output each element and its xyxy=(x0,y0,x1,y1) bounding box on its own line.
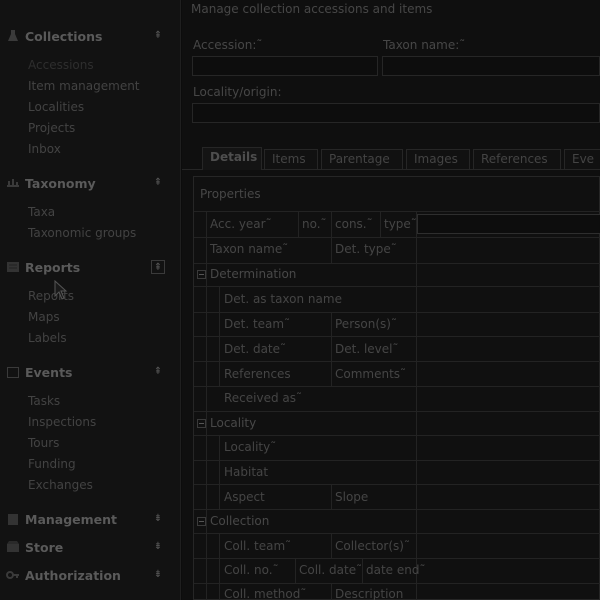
section-title: Collections xyxy=(25,28,103,44)
det-type-cell: Det. type˜ xyxy=(335,242,397,256)
accession-input[interactable] xyxy=(192,56,378,76)
det-team-cell: Det. team˜ xyxy=(224,317,291,331)
det-date-cell: Det. date˜ xyxy=(224,342,287,356)
section-title: Reports xyxy=(25,259,81,275)
comments-cell: Comments˜ xyxy=(335,367,407,381)
sidebar-item-projects[interactable]: Projects xyxy=(28,121,75,135)
sidebar-item-item-management[interactable]: Item management xyxy=(28,79,140,93)
description-cell: Description xyxy=(335,587,404,600)
sidebar-section-authorization[interactable]: Authorization ⇟ xyxy=(0,564,180,586)
acc-year-cell: Acc. year˜ xyxy=(210,217,272,231)
taxon-name-input[interactable] xyxy=(382,56,600,76)
locality-cell: Locality˜ xyxy=(224,440,277,454)
store-icon xyxy=(7,541,19,552)
acc-type-cell: type˜ xyxy=(384,217,417,231)
coll-no-cell: Coll. no.˜ xyxy=(224,563,279,577)
received-as-cell: Received as˜ xyxy=(224,391,303,405)
tree-icon xyxy=(7,179,19,187)
section-title: Authorization xyxy=(25,567,121,583)
building-icon xyxy=(8,514,18,525)
locality-group[interactable]: Locality xyxy=(197,416,256,430)
taxon-name-label: Taxon name:˜ xyxy=(383,38,466,52)
key-icon xyxy=(6,571,19,579)
main-panel: Manage collection accessions and items A… xyxy=(182,0,600,600)
tab-events[interactable]: Eve xyxy=(564,149,600,169)
slope-cell: Slope xyxy=(335,490,369,504)
section-title: Taxonomy xyxy=(25,175,96,191)
sidebar-item-labels[interactable]: Labels xyxy=(28,331,67,345)
page-header: Manage collection accessions and items xyxy=(191,2,433,16)
expand-icon[interactable]: ⇟ xyxy=(151,512,165,526)
sidebar: Collections ⇞ Accessions Item management… xyxy=(0,0,181,600)
coll-method-cell: Coll. method˜ xyxy=(224,587,307,600)
flask-icon xyxy=(8,30,18,41)
tab-bar: Details Items Parentage Images Reference… xyxy=(202,147,600,170)
collapse-icon[interactable]: ⇞ xyxy=(151,176,165,190)
sidebar-item-funding[interactable]: Funding xyxy=(28,457,76,471)
collectors-cell: Collector(s)˜ xyxy=(335,539,410,553)
sidebar-section-store[interactable]: Store ⇟ xyxy=(0,536,180,558)
date-end-cell: date end˜ xyxy=(366,563,426,577)
locality-origin-input[interactable] xyxy=(192,103,600,123)
sidebar-section-reports[interactable]: Reports ⇞ xyxy=(0,256,180,278)
properties-panel: Properties Acc. year˜ no.˜ cons.˜ type˜ … xyxy=(193,176,600,600)
tab-images[interactable]: Images xyxy=(406,149,470,169)
tab-details[interactable]: Details xyxy=(202,147,262,170)
expand-icon[interactable]: ⇟ xyxy=(151,540,165,554)
sidebar-section-taxonomy[interactable]: Taxonomy ⇞ xyxy=(0,172,180,194)
sidebar-item-taxa[interactable]: Taxa xyxy=(28,205,55,219)
collapse-toggle-icon[interactable] xyxy=(197,418,206,428)
properties-title: Properties xyxy=(200,187,261,201)
collapse-toggle-icon[interactable] xyxy=(197,269,206,279)
sidebar-item-inspections[interactable]: Inspections xyxy=(28,415,96,429)
sidebar-item-tasks[interactable]: Tasks xyxy=(28,394,60,408)
calendar-icon xyxy=(7,367,19,378)
collapse-toggle-icon[interactable] xyxy=(197,516,206,526)
acc-cons-cell: cons.˜ xyxy=(335,217,373,231)
references-cell: References xyxy=(224,367,291,381)
section-title: Events xyxy=(25,364,73,380)
determination-group[interactable]: Determination xyxy=(197,267,296,281)
section-title: Management xyxy=(25,511,118,527)
locality-origin-label: Locality/origin: xyxy=(193,85,282,99)
sidebar-item-taxonomic-groups[interactable]: Taxonomic groups xyxy=(28,226,136,240)
collapse-icon[interactable]: ⇞ xyxy=(151,260,165,274)
mouse-cursor-icon xyxy=(54,280,68,300)
sidebar-item-localities[interactable]: Localities xyxy=(28,100,84,114)
collapse-icon[interactable]: ⇞ xyxy=(151,29,165,43)
accession-label: Accession:˜ xyxy=(193,38,263,52)
sidebar-section-management[interactable]: Management ⇟ xyxy=(0,508,180,530)
sidebar-section-events[interactable]: Events ⇞ xyxy=(0,361,180,383)
persons-cell: Person(s)˜ xyxy=(335,317,397,331)
report-icon xyxy=(7,262,19,272)
sidebar-item-tours[interactable]: Tours xyxy=(28,436,59,450)
tab-items[interactable]: Items xyxy=(264,149,318,169)
sidebar-item-maps[interactable]: Maps xyxy=(28,310,60,324)
taxon-name-cell: Taxon name˜ xyxy=(210,242,289,256)
sidebar-item-accessions[interactable]: Accessions xyxy=(28,58,94,72)
acc-no-cell: no.˜ xyxy=(302,217,327,231)
habitat-cell: Habitat xyxy=(224,465,269,479)
tab-references[interactable]: References xyxy=(473,149,561,169)
section-title: Store xyxy=(25,539,64,555)
collection-group[interactable]: Collection xyxy=(197,514,269,528)
aspect-cell: Aspect xyxy=(224,490,265,504)
tab-parentage[interactable]: Parentage xyxy=(321,149,403,169)
collapse-icon[interactable]: ⇞ xyxy=(151,365,165,379)
sidebar-item-exchanges[interactable]: Exchanges xyxy=(28,478,93,492)
det-as-taxon-name-cell: Det. as taxon name xyxy=(224,292,342,306)
coll-team-cell: Coll. team˜ xyxy=(224,539,292,553)
sidebar-item-inbox[interactable]: Inbox xyxy=(28,142,61,156)
coll-date-cell: Coll. date˜ xyxy=(299,563,363,577)
det-level-cell: Det. level˜ xyxy=(335,342,399,356)
acc-year-editor[interactable] xyxy=(417,214,600,234)
sidebar-section-collections[interactable]: Collections ⇞ xyxy=(0,25,180,47)
expand-icon[interactable]: ⇟ xyxy=(151,568,165,582)
